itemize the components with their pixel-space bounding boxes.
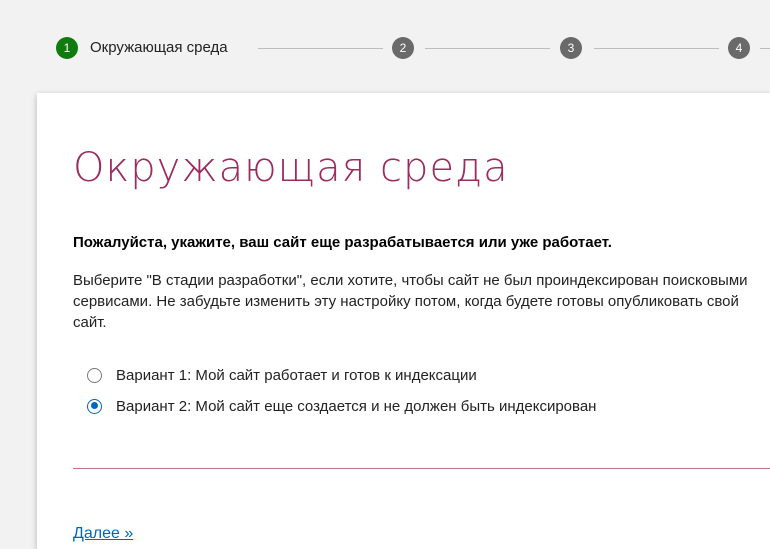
radio-selected-icon[interactable] [87,398,102,414]
radio-unselected-icon[interactable] [87,367,102,383]
page-title: Окружающая среда [73,145,509,191]
section-divider [73,468,770,469]
option-live-label[interactable]: Вариант 1: Мой сайт работает и готов к и… [116,367,477,384]
option-development-radio[interactable]: Вариант 2: Мой сайт еще создается и не д… [87,395,596,417]
option-development-label[interactable]: Вариант 2: Мой сайт еще создается и не д… [116,398,596,415]
step-connector [258,48,383,49]
progress-stepper: 1 Окружающая среда 2 3 4 [0,0,770,92]
step-4-indicator: 4 [728,37,750,59]
description-text: Выберите "В стадии разработки", если хот… [73,272,748,331]
prompt-text: Пожалуйста, укажите, ваш сайт еще разраб… [73,234,612,251]
option-live-radio[interactable]: Вариант 1: Мой сайт работает и готов к и… [87,364,477,386]
step-connector [425,48,550,49]
step-3-indicator: 3 [560,37,582,59]
next-link[interactable]: Далее » [73,525,133,543]
step-2-indicator: 2 [392,37,414,59]
step-1-indicator: 1 [56,37,78,59]
step-1-label: Окружающая среда [90,39,228,56]
environment-card: Окружающая среда Пожалуйста, укажите, ва… [37,93,770,549]
step-connector [594,48,719,49]
step-connector [760,48,770,49]
